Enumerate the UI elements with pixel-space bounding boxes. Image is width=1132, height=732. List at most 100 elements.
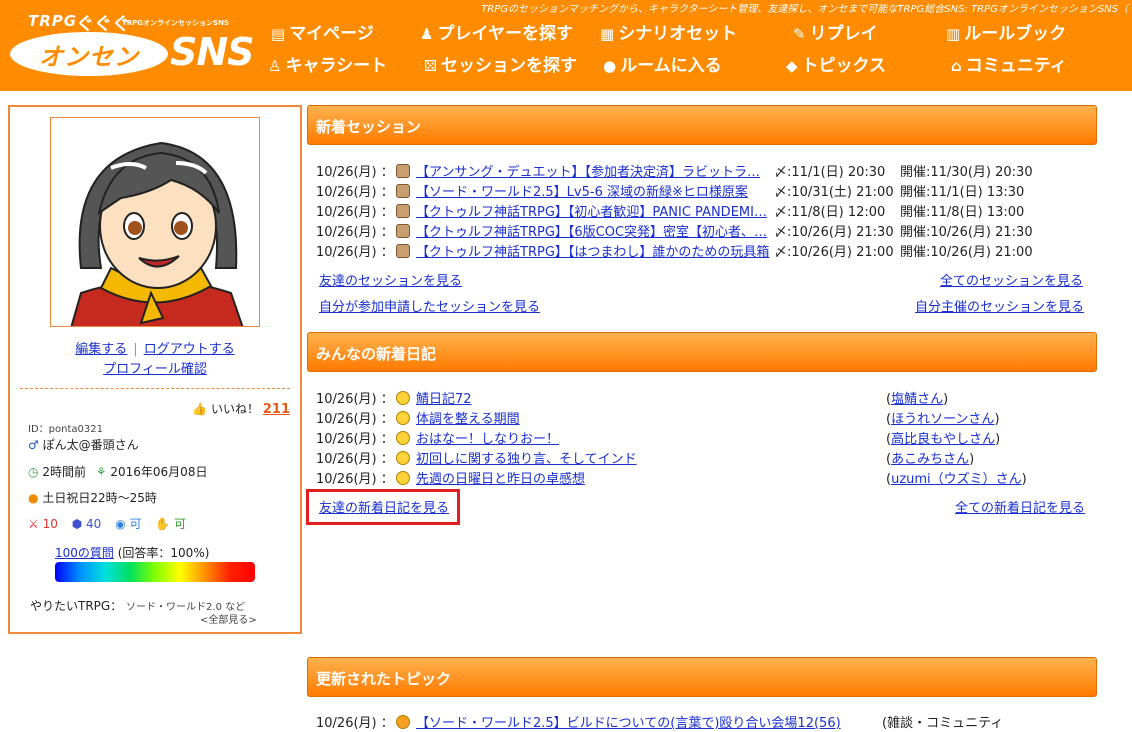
all-diaries-link[interactable]: 全ての新着日記を見る bbox=[955, 497, 1085, 516]
see-all-link[interactable]: <全部見る> bbox=[200, 611, 257, 626]
person-icon: ♙ bbox=[268, 57, 282, 75]
nav-find-sessions[interactable]: ⚄ セッションを探す bbox=[424, 51, 577, 76]
topics-header: 更新されたトピック bbox=[307, 657, 1097, 697]
play-time: 土日祝日22時～25時 bbox=[42, 491, 157, 505]
diary-link[interactable]: 先週の日曜日と昨日の卓感想 bbox=[416, 472, 585, 487]
last-login: 2時間前 bbox=[42, 465, 86, 479]
nav-community[interactable]: ⌂ コミュニティ bbox=[951, 51, 1067, 76]
dice-icon bbox=[396, 184, 410, 198]
profile-panel: 編集する | ログアウトする プロフィール確認 👍 いいね！ 211 ID：pont… bbox=[8, 105, 302, 634]
session-link[interactable]: 【アンサング・デュエット】【参加者決定済】ラビットラ… bbox=[416, 161, 774, 180]
diary-row: 10/26(月) ：体調を整える期間 (ほうれソーンさん) bbox=[316, 411, 1000, 427]
player-icon: ♟ bbox=[420, 25, 434, 43]
dice-icon: ⚄ bbox=[424, 57, 438, 75]
session-link[interactable]: 【クトゥルフ神話TRPG】【初心者歓迎】PANIC PANDEMI… bbox=[416, 201, 774, 220]
sprout-icon: ⚘ bbox=[95, 465, 107, 479]
nav-charsheet[interactable]: ♙ キャラシート bbox=[268, 51, 387, 76]
clock-icon: ◷ bbox=[28, 465, 39, 479]
building-icon: ⌂ bbox=[951, 57, 962, 75]
stats-row: ⚔ 10 ⬢ 40 ◉ 可 ✋ 可 bbox=[28, 515, 186, 532]
author-link[interactable]: 高比良もやしさん bbox=[891, 432, 995, 447]
nav-topics[interactable]: ◆ トピックス bbox=[786, 51, 886, 76]
questions-row: 100の質問 (回答率：100%) bbox=[55, 544, 209, 561]
smiley-icon bbox=[396, 411, 410, 425]
all-sessions-link[interactable]: 全てのセッションを見る bbox=[940, 270, 1083, 289]
diary-link[interactable]: 鯖日記72 bbox=[416, 392, 472, 407]
nav-enter-room[interactable]: ● ルームに入る bbox=[603, 51, 722, 76]
smiley-icon bbox=[396, 451, 410, 465]
profile-check-row: プロフィール確認 bbox=[10, 358, 300, 377]
hosted-sessions-link[interactable]: 自分主催のセッションを見る bbox=[915, 296, 1084, 315]
site-logo[interactable]: TRPG ぐぐぐ TRPGオンラインセッションSNS オンセン SNS bbox=[10, 10, 255, 80]
session-row: 10/26(月) ：【ソード・ワールド2.5】Lv5-6 深域の新緑※ヒロ様原案… bbox=[316, 181, 1024, 201]
user-id: ID：ponta0321 bbox=[28, 424, 103, 435]
smiley-icon bbox=[396, 471, 410, 485]
logo-oval: オンセン bbox=[10, 32, 168, 76]
nav-rulebook[interactable]: ▥ ルールブック bbox=[946, 19, 1066, 44]
session-row: 10/26(月) ：【クトゥルフ神話TRPG】【はつまわし】誰かのための玩具箱〆… bbox=[316, 241, 1033, 261]
diary-link[interactable]: 体調を整える期間 bbox=[416, 412, 520, 427]
d20-icon: ⬢ bbox=[71, 517, 83, 531]
play-time-row: ● 土日祝日22時～25時 bbox=[28, 489, 157, 506]
dice-icon bbox=[396, 164, 410, 178]
dice-icon bbox=[396, 244, 410, 258]
friends-sessions-link[interactable]: 友達のセッションを見る bbox=[319, 270, 462, 289]
session-link[interactable]: 【クトゥルフ神話TRPG】【6版COC突発】密室【初心者、… bbox=[416, 221, 774, 240]
rulebook-icon: ▥ bbox=[946, 25, 961, 43]
logo-subtitle: TRPGオンラインセッションSNS bbox=[122, 19, 229, 27]
session-link[interactable]: 【クトゥルフ神話TRPG】【はつまわし】誰かのための玩具箱 bbox=[416, 241, 774, 260]
dice-icon bbox=[396, 204, 410, 218]
thumbs-up-icon: 👍 bbox=[192, 402, 208, 416]
user-name-row: ♂ ぽん太@番頭さん bbox=[28, 436, 139, 453]
profile-check-link[interactable]: プロフィール確認 bbox=[103, 362, 207, 377]
avatar[interactable] bbox=[50, 117, 260, 327]
logo-main-text: オンセン bbox=[39, 43, 139, 71]
answer-rate-bar bbox=[55, 562, 255, 582]
diary-row: 10/26(月) ：初回しに関する独り言、そしてインド (あこみちさん) bbox=[316, 451, 975, 467]
author-link[interactable]: 塩鯖さん bbox=[891, 392, 943, 407]
join-date: 2016年06月08日 bbox=[110, 465, 208, 479]
sessions-header: 新着セッション bbox=[307, 105, 1097, 145]
session-row: 10/26(月) ：【アンサング・デュエット】【参加者決定済】ラビットラ… 〆:1… bbox=[316, 161, 1033, 181]
session-row: 10/26(月) ：【クトゥルフ神話TRPG】【6版COC突発】密室【初心者、…… bbox=[316, 221, 1033, 241]
friends-diaries-link[interactable]: 友達の新着日記を見る bbox=[319, 497, 449, 516]
diaries-header: みんなの新着日記 bbox=[307, 332, 1097, 372]
questions-link[interactable]: 100の質問 bbox=[55, 546, 114, 560]
author-link[interactable]: あこみちさん bbox=[891, 452, 969, 467]
nav-replay[interactable]: ✎ リプレイ bbox=[793, 19, 878, 44]
nav-mypage[interactable]: ▤ マイページ bbox=[271, 19, 374, 44]
chat-icon: ● bbox=[603, 57, 617, 75]
stat-beginner: 可 bbox=[174, 517, 187, 531]
applied-sessions-link[interactable]: 自分が参加申請したセッションを見る bbox=[319, 296, 540, 315]
login-info-row: ◷ 2時間前 ⚘ 2016年06月08日 bbox=[28, 463, 207, 480]
like-counter: 👍 いいね！ 211 bbox=[192, 402, 290, 417]
logout-link[interactable]: ログアウトする bbox=[144, 342, 235, 357]
sword-icon: ⚔ bbox=[28, 517, 39, 531]
tagline: TRPGのセッションマッチングから、キャラクターシート管理、友達探し、オンセまで… bbox=[481, 4, 1128, 15]
nav-scenario-set[interactable]: ▦ シナリオセット bbox=[600, 19, 737, 44]
stat-sessions: 10 bbox=[42, 517, 58, 531]
author-link[interactable]: ほうれソーンさん bbox=[891, 412, 994, 427]
voice-icon: ◉ bbox=[115, 517, 126, 531]
questions-rate: (回答率：100%) bbox=[117, 546, 210, 560]
diary-row: 10/26(月) ：おはなー！しなりおー！ (高比良もやしさん) bbox=[316, 431, 1001, 447]
scenario-icon: ▦ bbox=[600, 25, 615, 43]
smiley-icon bbox=[396, 431, 410, 445]
dice-icon bbox=[396, 224, 410, 238]
user-name: ぽん太@番頭さん bbox=[42, 438, 139, 452]
logo-trpg-text: TRPG bbox=[28, 12, 78, 30]
nav-find-players[interactable]: ♟ プレイヤーを探す bbox=[420, 19, 573, 44]
diary-row: 10/26(月) ：鯖日記72 (塩鯖さん) bbox=[316, 391, 949, 407]
diary-link[interactable]: おはなー！しなりおー！ bbox=[416, 432, 559, 447]
session-link[interactable]: 【ソード・ワールド2.5】Lv5-6 深域の新緑※ヒロ様原案 bbox=[416, 181, 774, 200]
author-link[interactable]: uzumi（ウズミ）さん bbox=[891, 472, 1022, 487]
like-count-link[interactable]: 211 bbox=[263, 402, 290, 417]
edit-profile-link[interactable]: 編集する bbox=[75, 342, 127, 357]
diary-link[interactable]: 初回しに関する独り言、そしてインド bbox=[416, 452, 637, 467]
profile-actions: 編集する | ログアウトする bbox=[75, 342, 235, 357]
hand-icon: ✋ bbox=[155, 517, 171, 531]
divider bbox=[20, 388, 290, 389]
mypage-icon: ▤ bbox=[271, 25, 286, 43]
male-icon: ♂ bbox=[28, 438, 39, 452]
topic-icon bbox=[396, 715, 410, 729]
